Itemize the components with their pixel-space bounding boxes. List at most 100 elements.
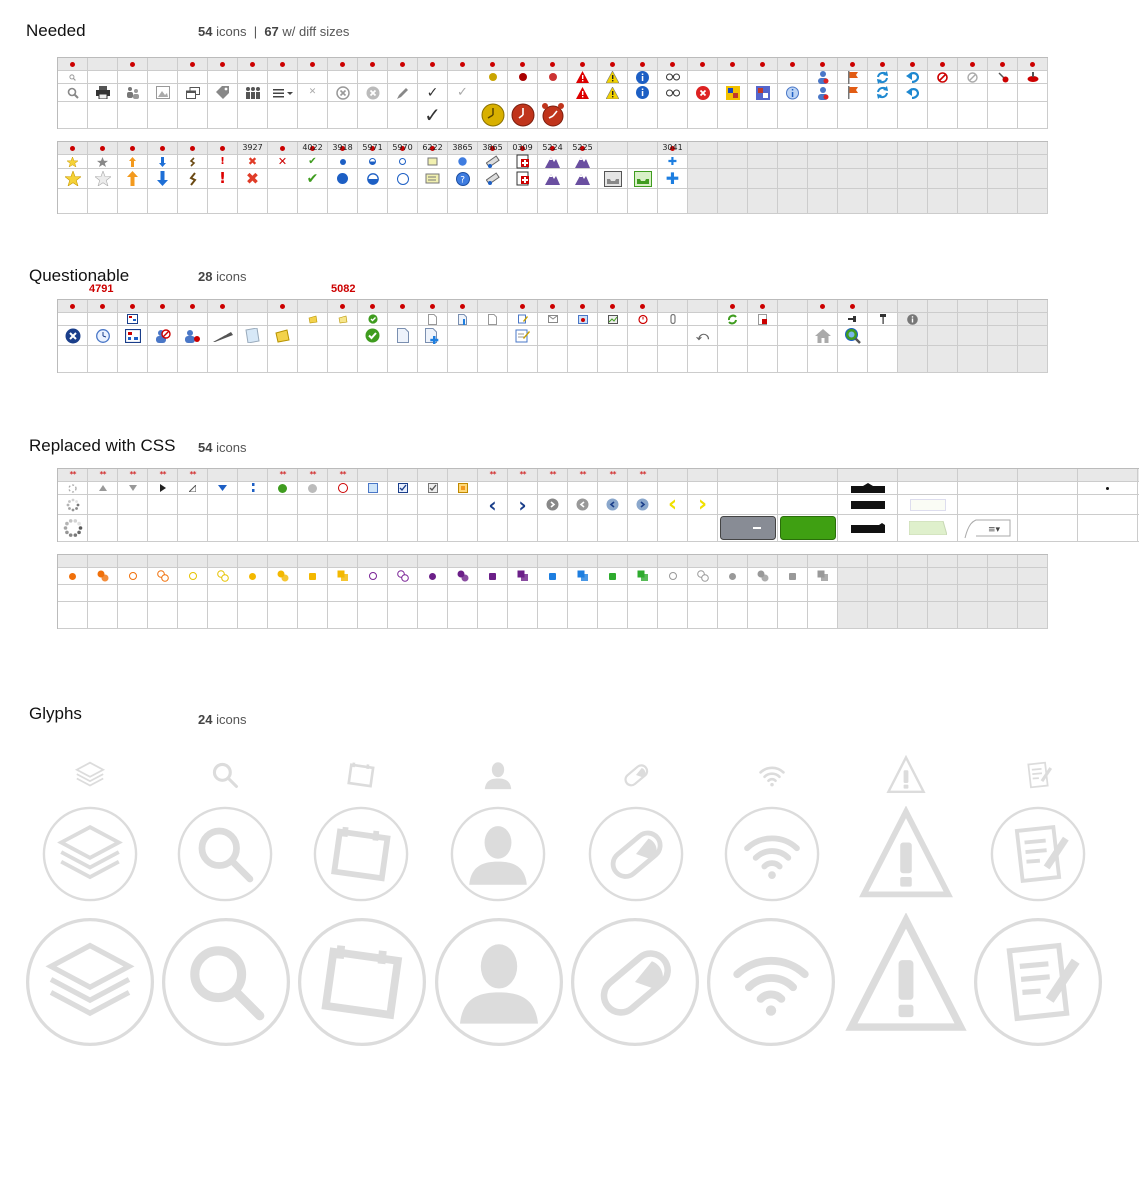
icon-cell (868, 313, 898, 326)
css-marker: ** (549, 470, 557, 479)
icon-cell (928, 346, 958, 373)
blue-dot-icon (337, 173, 348, 184)
header-cell (718, 469, 778, 482)
header-cell (268, 58, 298, 71)
icon-cell (118, 602, 148, 629)
grid-row (58, 482, 1139, 495)
css-marker: ** (279, 470, 287, 479)
header-cell (118, 58, 148, 71)
icon-cell (958, 346, 988, 373)
header-cell (808, 555, 838, 568)
icon-cell (478, 189, 508, 214)
icon-cell (448, 71, 478, 84)
spinner-m-icon (66, 498, 80, 512)
icon-cell (598, 346, 628, 373)
icon-cell (118, 155, 148, 169)
grid-row: ! ✖ ✔? ✚ (58, 169, 1048, 189)
needed-marker-dot (1000, 61, 1005, 67)
icon-cell (58, 155, 88, 169)
icon-cell (958, 326, 988, 346)
star-g-icon (94, 171, 111, 186)
icon-cell (748, 189, 778, 214)
icon-cell (1078, 482, 1138, 495)
header-cell (958, 469, 1018, 482)
sheet-icon (245, 328, 260, 343)
icon-cell (898, 84, 928, 102)
header-cell (928, 555, 958, 568)
star-y-icon (64, 171, 81, 186)
header-cell: ** (88, 469, 118, 482)
icon-cell (448, 568, 478, 585)
needed-marker-dot (760, 61, 765, 67)
icon-id-label: 3865 (452, 143, 473, 152)
icon-cell (208, 189, 238, 214)
icon-cell (508, 102, 538, 129)
icon-cell (208, 585, 238, 602)
edit-icon (990, 806, 1086, 902)
icon-cell: ✓ (448, 84, 478, 102)
needed-icon-grid-1: ✕ ✓ ✓ ✓ (57, 57, 1048, 129)
up-os-icon (129, 156, 136, 167)
header-cell (388, 58, 418, 71)
css-marker: ** (519, 470, 527, 479)
needed-marker-dot (100, 145, 105, 151)
header-cell (628, 555, 658, 568)
icon-cell (808, 346, 838, 373)
icon-cell (148, 102, 178, 129)
icon-cell (1078, 495, 1138, 515)
icon-cell (88, 84, 118, 102)
tri-down-b-icon (218, 485, 227, 491)
icon-cell (808, 189, 838, 214)
info-blue-icon (636, 70, 649, 84)
css-marker: ** (99, 470, 107, 479)
header-cell (658, 300, 688, 313)
header-cell (688, 300, 718, 313)
css-marker: ** (189, 470, 197, 479)
yellow-double-dot (277, 570, 289, 582)
icon-cell (568, 326, 598, 346)
icon-cell (1018, 189, 1048, 214)
warning-icon (858, 806, 954, 902)
needed-marker-dot (910, 61, 915, 67)
doc-add-icon (425, 327, 440, 344)
header-cell: ** (538, 469, 568, 482)
icon-cell (718, 313, 748, 326)
needed-marker-dot (580, 303, 585, 309)
net-box-s-icon (127, 314, 138, 324)
header-cell (688, 58, 718, 71)
needed-marker-dot (70, 303, 75, 309)
section-title-needed: Needed (26, 21, 86, 40)
icon-cell (328, 346, 358, 373)
green-tab-icon (908, 521, 947, 535)
icon-cell (298, 585, 328, 602)
green-square (609, 572, 616, 580)
green-ok-icon (365, 328, 380, 343)
icon-cell (148, 189, 178, 214)
icon-cell (448, 495, 478, 515)
icon-cell (328, 313, 358, 326)
icon-cell (658, 602, 688, 629)
icon-cell (778, 102, 808, 129)
spinner-l-icon (63, 518, 83, 538)
icon-cell (238, 189, 268, 214)
icon-cell (568, 102, 598, 129)
css-marker: ** (69, 470, 77, 479)
search-s-icon (69, 73, 76, 81)
plus-bs-icon: ✚ (667, 155, 678, 168)
tri-corner-icon (189, 484, 196, 492)
header-cell (568, 300, 598, 313)
icon-cell (868, 70, 898, 84)
icon-cell (748, 585, 778, 602)
header-cell (898, 555, 928, 568)
icon-cell (148, 495, 178, 515)
icon-cell (358, 346, 388, 373)
circ-chev-r-b-icon (636, 498, 649, 511)
header-cell (838, 555, 868, 568)
icon-cell (868, 602, 898, 629)
icon-cell (838, 102, 868, 129)
needed-marker-dot (340, 303, 345, 309)
icon-cell (388, 585, 418, 602)
edit-s-icon (517, 314, 528, 324)
header-cell (988, 300, 1018, 313)
header-cell (748, 58, 778, 71)
